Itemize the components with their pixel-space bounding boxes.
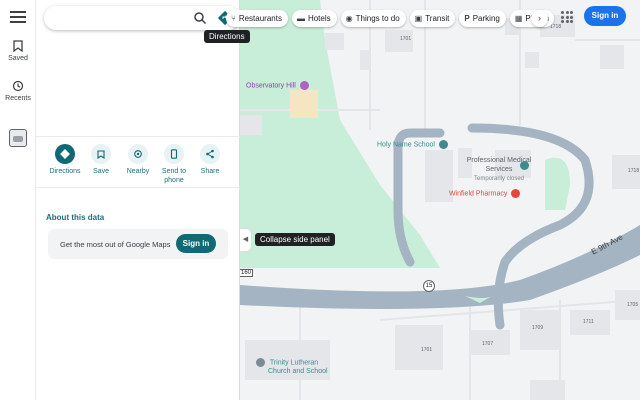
chip-parking[interactable]: P Parking: [459, 10, 506, 27]
address-label: 1701: [421, 347, 433, 353]
action-label: Nearby: [126, 168, 150, 175]
directions-icon: [55, 144, 75, 164]
signin-button[interactable]: Sign in: [584, 6, 626, 26]
search-icon[interactable]: [192, 10, 208, 26]
holy-name-school-label: Holy Name School: [377, 141, 435, 149]
action-nearby[interactable]: Nearby: [118, 144, 158, 176]
address-label: 1705: [627, 302, 639, 308]
chip-things-to-do[interactable]: ◉ Things to do: [340, 10, 406, 27]
collapse-panel-button[interactable]: ◀: [240, 228, 252, 252]
search-input[interactable]: [54, 10, 184, 26]
action-send-to-phone[interactable]: Send to phone: [154, 144, 194, 185]
trinity-lutheran-label-1: Trinity Lutheran: [269, 359, 319, 367]
school-poi-icon: [438, 140, 448, 149]
place-observatory-hill[interactable]: Observatory Hill: [246, 81, 312, 90]
history-icon: [12, 80, 24, 92]
recent-place-thumbnail[interactable]: [9, 129, 27, 147]
phone-icon: [164, 144, 184, 164]
address-label: 1701: [400, 36, 412, 42]
chips-next-button[interactable]: ›: [531, 10, 548, 27]
bookmark-icon: [13, 40, 23, 52]
chip-label: Parking: [472, 14, 500, 23]
address-label: 1718: [628, 168, 640, 174]
address-label: 1707: [482, 341, 494, 347]
chip-label: Things to do: [355, 14, 400, 23]
share-icon: [200, 144, 220, 164]
menu-icon[interactable]: [10, 11, 26, 25]
route-160-shield: 160: [240, 269, 254, 277]
address-label: 1711: [583, 319, 594, 325]
medical-poi-icon[interactable]: [520, 161, 529, 170]
chevron-left-icon: ◀: [242, 236, 249, 243]
chevron-right-icon: ›: [538, 13, 541, 23]
signin-promo: Get the most out of Google Maps Sign in: [48, 229, 228, 259]
rail-saved-label: Saved: [8, 55, 28, 62]
promo-text: Get the most out of Google Maps: [60, 240, 171, 249]
observatory-hill-label: Observatory Hill: [246, 82, 296, 90]
camera-icon: ◉: [345, 14, 353, 23]
chip-label: Hotels: [307, 14, 331, 23]
action-directions[interactable]: Directions: [45, 144, 85, 176]
route-15-shield: 15: [423, 280, 435, 292]
about-this-data[interactable]: About this data: [46, 213, 104, 222]
trinity-lutheran-label-2: Church and School: [268, 368, 328, 376]
place-trinity-lutheran[interactable]: Trinity Lutheran Church and School: [256, 358, 328, 376]
place-winfield-pharmacy[interactable]: Winfield Pharmacy: [449, 189, 523, 198]
winfield-pharmacy-label: Winfield Pharmacy: [449, 190, 508, 198]
collapse-tooltip: Collapse side panel: [255, 233, 335, 246]
nearby-icon: [128, 144, 148, 164]
chip-label: Transit: [425, 14, 450, 23]
promo-signin-button[interactable]: Sign in: [176, 234, 216, 253]
parking-icon: P: [464, 14, 470, 23]
pharmacy-icon: ▦: [514, 14, 523, 23]
action-label: Share: [200, 168, 220, 175]
action-label: Directions: [49, 168, 81, 175]
chip-restaurants[interactable]: ⑂ Restaurants: [226, 10, 288, 27]
place-holy-name-school[interactable]: Holy Name School: [377, 140, 451, 149]
action-label: Send to phone: [161, 168, 187, 184]
church-poi-icon: [256, 358, 265, 367]
apps-grid-icon[interactable]: [561, 11, 573, 23]
temporarily-closed-label: Temporarily closed: [473, 176, 525, 182]
bus-icon: ▣: [414, 14, 423, 23]
chip-label: Restaurants: [238, 14, 282, 23]
place-actions: Directions Save Nearby Send to phone Sha…: [36, 136, 240, 188]
side-panel: Directions Save Nearby Send to phone Sha…: [36, 0, 240, 400]
pharmacy-poi-icon: [511, 189, 521, 198]
rail-recents[interactable]: Recents: [0, 80, 36, 102]
address-label: 1709: [532, 325, 544, 331]
directions-tooltip: Directions: [204, 30, 250, 43]
bed-icon: ▬: [296, 14, 305, 23]
chip-transit[interactable]: ▣ Transit: [409, 10, 456, 27]
action-share[interactable]: Share: [190, 144, 230, 176]
action-save[interactable]: Save: [81, 144, 121, 176]
category-chips: ⑂ Restaurants ▬ Hotels ◉ Things to do ▣ Tran…: [226, 10, 554, 27]
fork-knife-icon: ⑂: [231, 14, 236, 23]
action-label: Save: [93, 168, 109, 175]
chip-hotels[interactable]: ▬ Hotels: [291, 10, 337, 27]
rail-recents-label: Recents: [5, 95, 31, 102]
rail-saved[interactable]: Saved: [0, 40, 36, 62]
bookmark-icon: [91, 144, 111, 164]
search-box: [44, 6, 240, 30]
left-rail: Saved Recents: [0, 0, 36, 400]
park-poi-icon: [299, 81, 309, 90]
